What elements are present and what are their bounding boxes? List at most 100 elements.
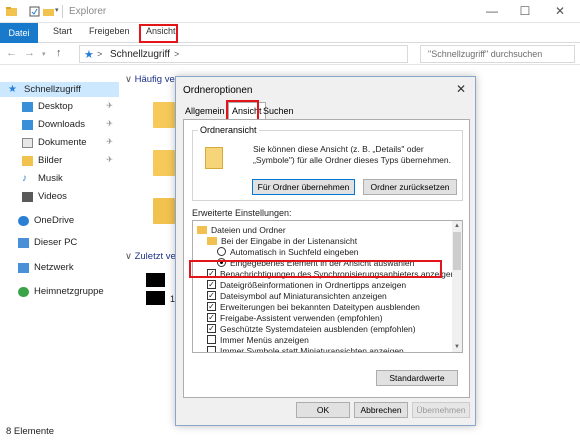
address-row: ← → ▾ ↑ ★ > Schnellzugriff > "Schnellzug…	[0, 43, 580, 65]
checkbox[interactable]	[207, 346, 216, 352]
network-icon	[18, 262, 29, 273]
breadcrumb-chevron-icon[interactable]: >	[97, 49, 102, 59]
advanced-setting-label: Freigabe-Assistent verwenden (empfohlen)	[220, 312, 383, 323]
folder-icon[interactable]	[153, 102, 175, 128]
cloud-icon	[18, 215, 29, 226]
folder-view-group: Ordneransicht Sie können diese Ansicht (…	[192, 125, 463, 201]
restore-defaults-button[interactable]: Standardwerte	[376, 370, 458, 386]
advanced-setting-label: Bei der Eingabe in der Listenansicht	[221, 235, 358, 246]
tab-general[interactable]: Allgemein	[185, 106, 225, 116]
advanced-setting-row[interactable]: Immer Menüs anzeigen	[193, 334, 453, 345]
highlight-view-tab	[139, 24, 178, 43]
apply-to-folders-button[interactable]: Für Ordner übernehmen	[252, 179, 355, 195]
ribbon-tabs: Datei Start Freigeben Ansicht	[0, 23, 580, 43]
up-arrow-icon[interactable]: ↑	[56, 47, 62, 59]
advanced-setting-label: Immer Menüs anzeigen	[220, 334, 309, 345]
sidebar-item-label: OneDrive	[34, 215, 75, 226]
file-thumbnail[interactable]	[146, 273, 165, 287]
checkbox[interactable]: ✓	[207, 280, 216, 289]
group-header-recent[interactable]: ∨ Zuletzt ve	[125, 251, 176, 262]
folder-view-icon	[205, 147, 223, 169]
search-placeholder: "Schnellzugriff" durchsuchen	[428, 49, 543, 59]
breadcrumb-chevron-icon[interactable]: >	[174, 49, 179, 59]
file-thumbnail[interactable]	[146, 291, 165, 305]
maximize-button[interactable]: ☐	[508, 3, 542, 20]
apply-button[interactable]: Übernehmen	[412, 402, 470, 418]
new-folder-icon[interactable]	[43, 6, 54, 17]
folder-view-legend: Ordneransicht	[198, 125, 259, 135]
checkbox[interactable]: ✓	[207, 324, 216, 333]
sidebar-item-network[interactable]: Netzwerk	[18, 260, 119, 275]
close-button[interactable]: ✕	[543, 3, 577, 20]
advanced-setting-label: Erweiterungen bei bekannten Dateitypen a…	[220, 301, 420, 312]
recent-locations-icon[interactable]: ▾	[42, 50, 46, 58]
back-arrow-icon[interactable]: ←	[6, 47, 17, 59]
ok-button[interactable]: OK	[296, 402, 350, 418]
folder-icon[interactable]	[153, 150, 175, 176]
pin-icon: ✈	[106, 155, 113, 164]
radio-button[interactable]	[217, 247, 226, 256]
advanced-setting-row[interactable]: ✓ Dateigrößeinformationen in Ordnertipps …	[193, 279, 453, 290]
dialog-close-button[interactable]: ✕	[456, 82, 466, 96]
chevron-down-icon: ∨	[125, 251, 135, 262]
advanced-setting-row[interactable]: ✓ Freigabe-Assistent verwenden (empfohlen…	[193, 312, 453, 323]
advanced-setting-row[interactable]: ✓ Geschützte Systemdateien ausblenden (em…	[193, 323, 453, 334]
checkbox[interactable]: ✓	[207, 313, 216, 322]
sidebar-item-label: Bilder	[38, 155, 63, 166]
advanced-setting-row[interactable]: ✓ Erweiterungen bei bekannten Dateitypen …	[193, 301, 453, 312]
folder-icon	[197, 225, 207, 234]
music-folder-icon[interactable]	[153, 198, 175, 224]
scroll-up-icon[interactable]: ▲	[452, 221, 462, 231]
sidebar-item-documents[interactable]: Dokumente ✈	[22, 135, 119, 150]
group-header-label: Häufig ve	[134, 74, 175, 85]
properties-icon[interactable]	[29, 6, 40, 17]
minimize-button[interactable]: —	[475, 3, 509, 20]
sidebar-item-music[interactable]: ♪ Musik	[22, 171, 119, 186]
address-bar[interactable]: ★ > Schnellzugriff >	[79, 45, 408, 63]
tab-file[interactable]: Datei	[0, 23, 38, 43]
sidebar-item-pictures[interactable]: Bilder ✈	[22, 153, 119, 168]
checkbox[interactable]	[207, 335, 216, 344]
tab-search[interactable]: Suchen	[263, 106, 294, 116]
advanced-setting-row[interactable]: Immer Symbole statt Miniaturansichten an…	[193, 345, 453, 353]
sidebar-item-downloads[interactable]: Downloads ✈	[22, 117, 119, 132]
sidebar-item-homegroup[interactable]: Heimnetzgruppe	[18, 284, 119, 299]
advanced-setting-row[interactable]: Automatisch in Suchfeld eingeben	[193, 246, 453, 257]
scroll-down-icon[interactable]: ▼	[452, 342, 462, 352]
sidebar-item-this-pc[interactable]: Dieser PC	[18, 235, 119, 250]
tab-start[interactable]: Start	[53, 26, 72, 36]
sidebar-item-desktop[interactable]: Desktop ✈	[22, 99, 119, 114]
sidebar-item-label: Heimnetzgruppe	[34, 286, 104, 297]
forward-arrow-icon[interactable]: →	[24, 47, 35, 59]
chevron-down-icon: ∨	[125, 74, 135, 85]
sidebar-item-videos[interactable]: Videos	[22, 189, 119, 204]
advanced-setting-label: Automatisch in Suchfeld eingeben	[230, 246, 359, 257]
checkbox[interactable]: ✓	[207, 302, 216, 311]
advanced-setting-label: Dateigrößeinformationen in Ordnertipps a…	[220, 279, 407, 290]
cancel-button[interactable]: Abbrechen	[354, 402, 408, 418]
explorer-titlebar: ▾ Explorer — ☐ ✕	[0, 0, 580, 23]
checkbox[interactable]: ✓	[207, 291, 216, 300]
scrollbar[interactable]: ▲ ▼	[452, 221, 462, 352]
folder-view-description: Sie können diese Ansicht (z. B. „Details…	[253, 144, 451, 165]
quick-access-dropdown-icon[interactable]: ▾	[55, 6, 66, 17]
title-separator	[62, 5, 63, 18]
folder-icon	[207, 236, 217, 245]
advanced-setting-label: Geschützte Systemdateien ausblenden (emp…	[220, 323, 416, 334]
sidebar-item-label: Schnellzugriff	[24, 84, 81, 95]
pictures-icon	[22, 155, 33, 166]
search-input[interactable]: "Schnellzugriff" durchsuchen	[420, 45, 575, 63]
sidebar-item-quick-access[interactable]: ★ Schnellzugriff	[0, 82, 119, 97]
reset-folders-button[interactable]: Ordner zurücksetzen	[363, 179, 457, 195]
sidebar-item-label: Downloads	[38, 119, 85, 130]
advanced-setting-label: Immer Symbole statt Miniaturansichten an…	[220, 345, 404, 353]
sidebar-item-onedrive[interactable]: OneDrive	[18, 213, 119, 228]
sidebar-item-label: Desktop	[38, 101, 73, 112]
advanced-settings-list[interactable]: Immer Symbole statt Miniaturansichten an…	[192, 220, 463, 353]
group-header-frequent[interactable]: ∨ Häufig ve	[125, 74, 175, 85]
tab-share[interactable]: Freigeben	[89, 26, 130, 36]
scroll-thumb[interactable]	[453, 232, 461, 270]
star-icon: ★	[84, 49, 94, 61]
address-text: Schnellzugriff	[110, 49, 170, 60]
advanced-setting-row[interactable]: ✓ Dateisymbol auf Miniaturansichten anzei…	[193, 290, 453, 301]
